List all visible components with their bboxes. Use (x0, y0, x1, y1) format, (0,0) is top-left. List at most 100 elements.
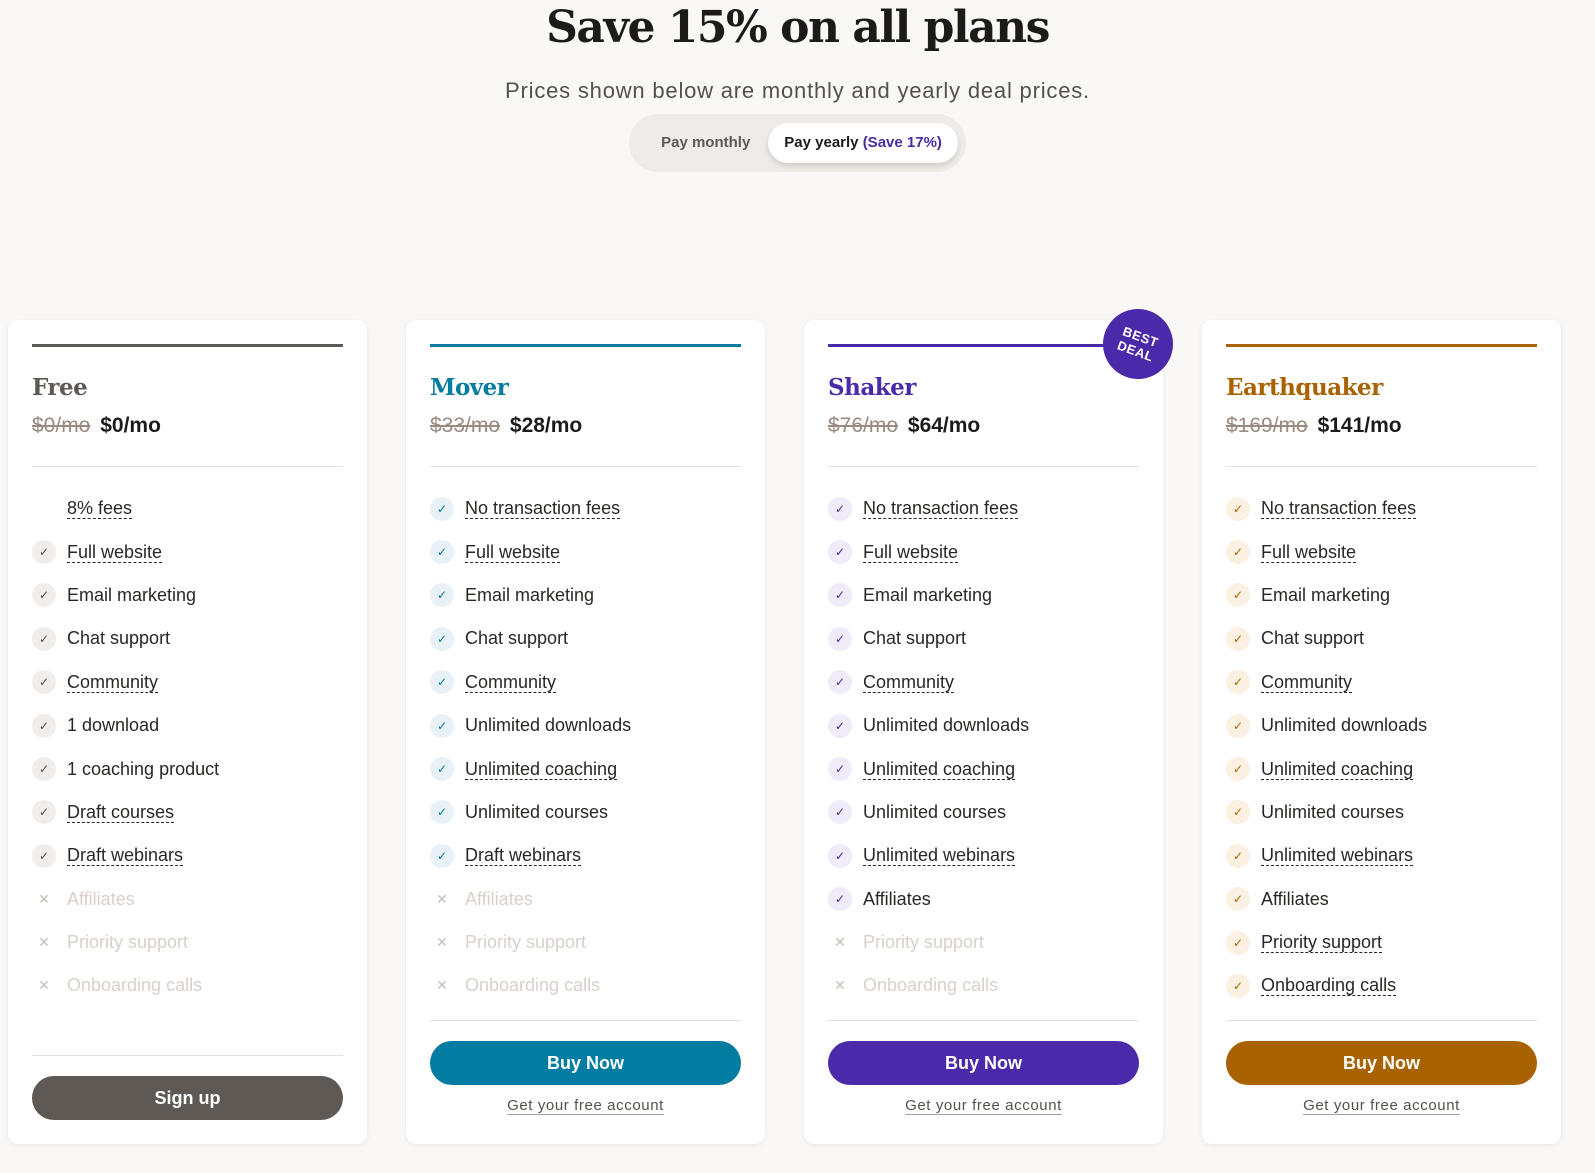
check-icon: ✓ (32, 670, 56, 695)
feature-label: Priority support (863, 932, 985, 953)
feature-label[interactable]: Unlimited webinars (1261, 845, 1413, 866)
check-icon: ✓ (32, 800, 56, 825)
deal-price: $28/mo (509, 414, 583, 437)
original-price: $33/mo (430, 414, 501, 437)
feature-item: ✓ Unlimited coaching (828, 747, 1139, 790)
feature-label: Email marketing (863, 584, 993, 605)
buy-now-button[interactable]: Buy Now (828, 1041, 1139, 1085)
feature-label[interactable]: No transaction fees (465, 498, 620, 519)
x-icon: ✕ (436, 977, 448, 994)
price-row: $76/mo $64/mo (828, 412, 1139, 440)
x-icon: ✕ (38, 934, 50, 951)
plan-cards: Free $0/mo $0/mo 8% fees ✓ Full website … (8, 299, 1561, 1144)
card-footer: Buy Now Get your free account (1226, 1020, 1537, 1114)
price-row: $169/mo $141/mo (1226, 412, 1537, 440)
check-icon: ✓ (828, 757, 852, 782)
deal-price: $64/mo (907, 414, 981, 437)
check-icon: ✓ (828, 713, 852, 738)
check-icon: ✓ (430, 626, 454, 651)
feature-label[interactable]: Unlimited coaching (465, 759, 617, 780)
get-free-account-link[interactable]: Get your free account (1226, 1097, 1537, 1114)
feature-label: Unlimited courses (863, 801, 1007, 822)
get-free-account-link[interactable]: Get your free account (430, 1097, 741, 1114)
feature-item: ✓ Community (828, 661, 1139, 704)
feature-label: Unlimited courses (465, 801, 609, 822)
check-icon: ✓ (1226, 930, 1250, 955)
feature-item: ✓ Unlimited courses (430, 791, 741, 834)
feature-label[interactable]: Draft webinars (465, 845, 581, 866)
check-icon: ✓ (430, 800, 454, 825)
feature-label[interactable]: Onboarding calls (1261, 975, 1396, 996)
feature-item: ✓ Unlimited webinars (828, 834, 1139, 877)
plan-accent-bar (32, 344, 343, 347)
feature-item: ✓ Email marketing (828, 574, 1139, 617)
x-icon: ✕ (436, 934, 448, 951)
buy-now-button[interactable]: Buy Now (430, 1041, 741, 1085)
feature-label: Email marketing (465, 584, 595, 605)
sign-up-button[interactable]: Sign up (32, 1076, 343, 1120)
feature-label[interactable]: No transaction fees (1261, 498, 1416, 519)
feature-label[interactable]: Community (863, 672, 954, 693)
feature-label: Unlimited downloads (863, 715, 1030, 736)
feature-label[interactable]: Draft webinars (67, 845, 183, 866)
pay-yearly-option[interactable]: Pay yearly (Save 17%) (768, 123, 958, 163)
feature-label[interactable]: Full website (67, 542, 162, 563)
check-icon: ✓ (828, 496, 852, 521)
feature-item: ✓ Chat support (828, 617, 1139, 660)
feature-label[interactable]: Full website (863, 542, 958, 563)
check-icon: ✓ (430, 496, 454, 521)
check-icon: ✓ (828, 800, 852, 825)
check-icon: ✓ (430, 713, 454, 738)
pay-monthly-option[interactable]: Pay monthly (645, 123, 766, 163)
check-icon: ✓ (828, 540, 852, 565)
feature-label[interactable]: Unlimited coaching (1261, 759, 1413, 780)
feature-item: ✓ Unlimited downloads (430, 704, 741, 747)
feature-label: Unlimited courses (1261, 801, 1405, 822)
feature-item: ✓ Unlimited courses (828, 791, 1139, 834)
plan-card-mover: Mover $33/mo $28/mo ✓ No transaction fee… (406, 320, 765, 1144)
feature-item: ✓ Chat support (1226, 617, 1537, 660)
plan-name: Earthquaker (1226, 374, 1383, 401)
feature-item: ✓ Full website (32, 530, 343, 573)
check-icon: ✓ (828, 887, 852, 912)
buy-now-button[interactable]: Buy Now (1226, 1041, 1537, 1085)
feature-label[interactable]: Draft courses (67, 802, 174, 823)
feature-label[interactable]: Unlimited coaching (863, 759, 1015, 780)
feature-label[interactable]: Community (465, 672, 556, 693)
feature-item: ✓ Unlimited downloads (1226, 704, 1537, 747)
plan-card-earthquaker: Earthquaker $169/mo $141/mo ✓ No transac… (1202, 320, 1561, 1144)
check-icon: ✓ (1226, 887, 1250, 912)
price-row: $0/mo $0/mo (32, 412, 343, 440)
feature-item: ✓ 1 download (32, 704, 343, 747)
feature-item: ✓ Draft webinars (430, 834, 741, 877)
feature-item: ✓ Onboarding calls (1226, 964, 1537, 1007)
get-free-account-link[interactable]: Get your free account (828, 1097, 1139, 1114)
feature-label: Unlimited downloads (465, 715, 632, 736)
feature-item: ✕ Priority support (32, 921, 343, 964)
feature-item: ✓ Community (1226, 661, 1537, 704)
billing-toggle[interactable]: Pay monthly Pay yearly (Save 17%) (629, 114, 966, 172)
feature-item: ✓ Email marketing (32, 574, 343, 617)
check-icon: ✓ (1226, 670, 1250, 695)
feature-label[interactable]: No transaction fees (863, 498, 1018, 519)
check-icon: ✓ (1226, 540, 1250, 565)
feature-label: Affiliates (67, 888, 135, 909)
feature-label[interactable]: Community (67, 672, 158, 693)
feature-label: Affiliates (863, 888, 931, 909)
feature-label[interactable]: 8% fees (67, 498, 132, 519)
feature-label[interactable]: Full website (465, 542, 560, 563)
feature-label: Email marketing (1261, 584, 1391, 605)
feature-item: ✓ Chat support (32, 617, 343, 660)
check-icon: ✓ (430, 583, 454, 608)
feature-label[interactable]: Community (1261, 672, 1352, 693)
check-icon: ✓ (828, 843, 852, 868)
feature-label[interactable]: Full website (1261, 542, 1356, 563)
price-row: $33/mo $28/mo (430, 412, 741, 440)
feature-label: Priority support (465, 932, 587, 953)
divider (430, 466, 741, 467)
plan-name: Shaker (828, 374, 916, 401)
feature-label[interactable]: Priority support (1261, 932, 1382, 953)
feature-label[interactable]: Unlimited webinars (863, 845, 1015, 866)
divider (1226, 466, 1537, 467)
feature-item: ✓ No transaction fees (1226, 487, 1537, 530)
